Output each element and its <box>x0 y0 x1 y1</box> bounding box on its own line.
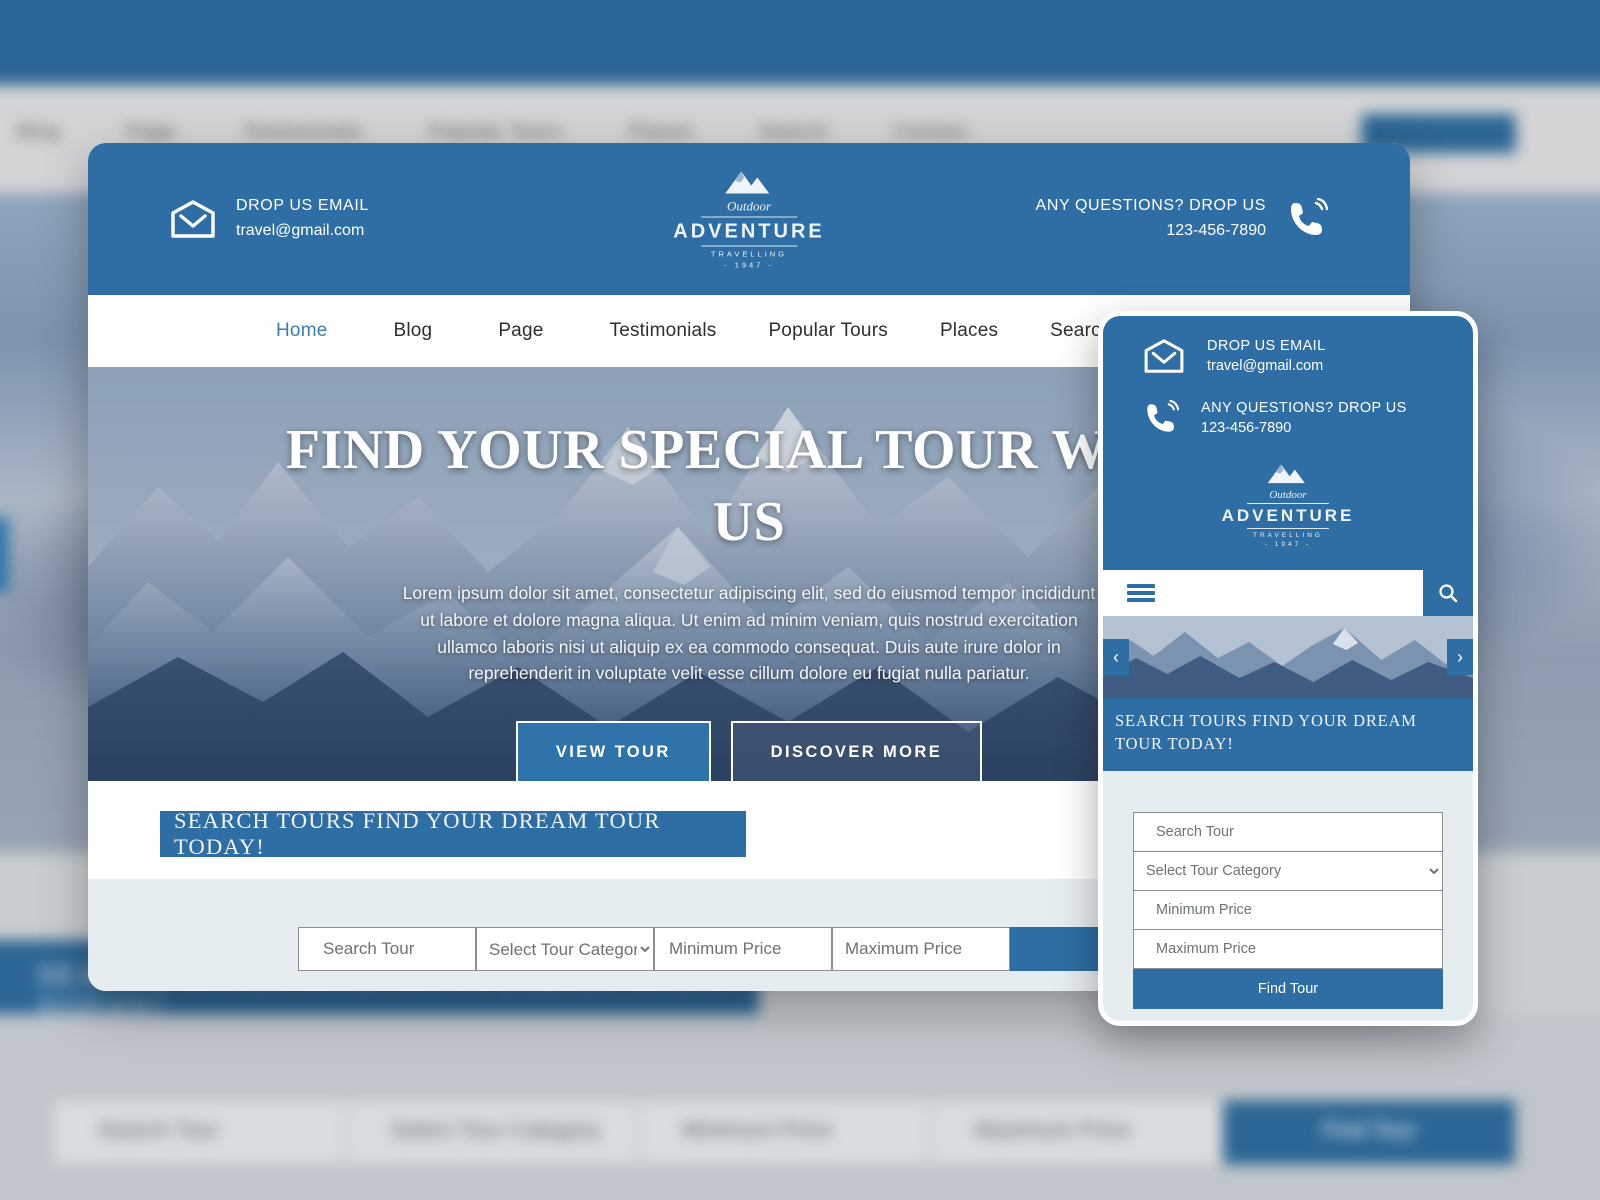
carousel-next-button[interactable]: › <box>1447 639 1473 676</box>
maximum-price-input[interactable]: Maximum Price <box>832 927 1010 971</box>
logo-wordmark: ADVENTURE <box>673 220 825 243</box>
background-search-input: Search Tour <box>53 1099 346 1166</box>
desktop-header: DROP US EMAIL travel@gmail.com Outdoor A… <box>88 143 1410 295</box>
desktop-phone-contact[interactable]: ANY QUESTIONS? DROP US 123-456-7890 <box>1036 194 1328 244</box>
nav-item-places[interactable]: Places <box>940 320 998 342</box>
site-logo[interactable]: Outdoor ADVENTURE TRAVELLING - 1947 - <box>673 169 824 270</box>
hero-title: FIND YOUR SPECIAL TOUR WITH US <box>285 419 1213 553</box>
logo-script-text: Outdoor <box>1269 489 1307 501</box>
nav-item-home[interactable]: Home <box>276 320 327 342</box>
logo-year: - 1947 - <box>1264 541 1312 549</box>
background-search-form: Search Tour Select Tour Category Minimum… <box>53 1099 1516 1166</box>
email-value: travel@gmail.com <box>236 222 365 239</box>
mobile-tour-category-dropdown[interactable]: Select Tour Category <box>1142 861 1442 880</box>
minimum-price-input[interactable]: Minimum Price <box>654 927 832 971</box>
mobile-minimum-price-input[interactable]: Minimum Price <box>1133 889 1443 930</box>
nav-item-page[interactable]: Page <box>498 320 543 342</box>
background-find-tour-button: Find Tour <box>1222 1099 1516 1166</box>
email-label: DROP US EMAIL <box>236 197 369 215</box>
mobile-preview-card: DROP US EMAIL travel@gmail.com ANY QUEST… <box>1098 311 1478 1026</box>
desktop-email-contact[interactable]: DROP US EMAIL travel@gmail.com <box>170 194 369 244</box>
tour-category-dropdown[interactable]: Select Tour Category <box>485 938 653 960</box>
logo-wordmark: ADVENTURE <box>1221 506 1355 525</box>
background-nav-item: Search <box>759 121 828 143</box>
background-topbar <box>0 0 1600 85</box>
discover-more-button[interactable]: DISCOVER MORE <box>730 720 983 781</box>
background-nav-items: Blog Page Testimonials Popular Tours Pla… <box>17 121 1028 144</box>
phone-icon <box>1143 400 1179 436</box>
mobile-search-tours-banner: SEARCH TOURS FIND YOUR DREAM TOUR TODAY! <box>1103 698 1473 771</box>
background-nav-item: Testimonials <box>242 121 363 143</box>
background-nav-item: Contact <box>894 121 969 143</box>
background-category-select: Select Tour Category <box>345 1099 638 1166</box>
mobile-phone-label: ANY QUESTIONS? DROP US <box>1201 400 1407 416</box>
view-tour-button[interactable]: VIEW TOUR <box>515 720 711 781</box>
mountain-icon <box>724 171 769 194</box>
logo-divider-top <box>700 216 797 218</box>
background-nav-item: Places <box>628 121 694 143</box>
nav-item-blog[interactable]: Blog <box>393 320 432 342</box>
background-carousel-prev <box>0 517 9 592</box>
background-nav-item: Popular Tours <box>428 121 563 143</box>
logo-divider-bottom <box>1247 528 1329 530</box>
mobile-header: DROP US EMAIL travel@gmail.com ANY QUEST… <box>1103 316 1473 571</box>
mobile-search-form-zone: Search Tour Select Tour Category Minimum… <box>1103 770 1473 1021</box>
mobile-email-label: DROP US EMAIL <box>1207 338 1326 354</box>
mobile-search-tour-input[interactable]: Search Tour <box>1133 811 1443 852</box>
logo-subtitle: TRAVELLING <box>710 249 788 259</box>
background-nav-item: Blog <box>17 121 61 143</box>
logo-subtitle: TRAVELLING <box>1253 532 1323 540</box>
search-tours-banner: SEARCH TOURS FIND YOUR DREAM TOUR TODAY! <box>160 808 746 859</box>
background-min-price-input: Minimum Price <box>637 1099 931 1166</box>
logo-divider-top <box>1247 503 1329 504</box>
mobile-phone-value: 123-456-7890 <box>1201 420 1292 436</box>
logo-script-text: Outdoor <box>726 198 772 214</box>
envelope-icon <box>170 200 216 238</box>
mobile-email-contact[interactable]: DROP US EMAIL travel@gmail.com <box>1103 338 1473 374</box>
mobile-find-tour-button[interactable]: Find Tour <box>1133 968 1443 1009</box>
search-icon[interactable] <box>1423 570 1473 617</box>
mobile-maximum-price-input[interactable]: Maximum Price <box>1133 928 1443 969</box>
envelope-icon <box>1143 339 1185 373</box>
mountain-photo <box>1103 616 1473 699</box>
logo-year: - 1947 - <box>724 260 774 270</box>
mobile-hero-carousel: ‹ › <box>1103 616 1473 699</box>
search-tour-input[interactable]: Search Tour <box>298 927 476 971</box>
hero-description: Lorem ipsum dolor sit amet, consectetur … <box>402 583 1096 684</box>
phone-value: 123-456-7890 <box>1166 222 1266 239</box>
background-max-price-input: Maximum Price <box>930 1099 1223 1166</box>
tour-category-select[interactable]: Select Tour Category <box>476 927 654 971</box>
background-nav-item: Page <box>126 121 177 143</box>
phone-icon <box>1286 198 1328 240</box>
hamburger-menu-icon[interactable] <box>1103 570 1423 616</box>
mobile-site-logo[interactable]: Outdoor ADVENTURE TRAVELLING - 1947 - <box>1103 462 1473 554</box>
phone-label: ANY QUESTIONS? DROP US <box>1035 197 1266 215</box>
mountain-icon <box>1267 464 1305 484</box>
carousel-prev-button[interactable]: ‹ <box>1103 639 1129 676</box>
mobile-phone-contact[interactable]: ANY QUESTIONS? DROP US 123-456-7890 <box>1103 400 1473 436</box>
mobile-tour-category-select[interactable]: Select Tour Category <box>1133 850 1443 891</box>
nav-item-testimonials[interactable]: Testimonials <box>610 320 717 342</box>
mobile-email-value: travel@gmail.com <box>1207 358 1324 374</box>
mobile-navbar <box>1103 570 1473 617</box>
logo-divider-bottom <box>700 245 797 247</box>
nav-item-popular-tours[interactable]: Popular Tours <box>768 320 888 342</box>
